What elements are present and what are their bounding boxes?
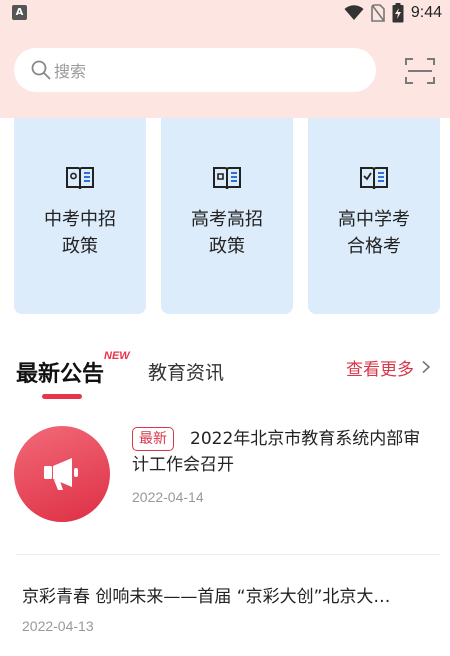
category-card-zhongkao[interactable]: 中考中招 政策 [14,118,146,314]
app-notification-icon: A [12,5,27,20]
search-placeholder: 搜索 [54,62,87,81]
wifi-icon [344,5,364,20]
category-label: 高中学考 合格考 [338,209,410,257]
category-card-gaokao[interactable]: 高考高招 政策 [161,118,293,314]
category-label: 中考中招 政策 [44,209,116,257]
new-badge: NEW [104,350,130,362]
book-icon [66,167,94,190]
category-card-xuekao[interactable]: 高中学考 合格考 [308,118,440,314]
news-date: 2022-04-14 [132,489,204,505]
scan-icon[interactable] [404,56,436,86]
clock: 9:44 [410,4,442,21]
search-bar[interactable]: 搜索 [14,48,376,92]
status-icons: 9:44 [344,2,442,24]
tab-education-news[interactable]: 教育资讯 [148,358,224,385]
news-title[interactable]: 京彩青春 创响未来——首届 “京彩大创”北京大… [22,582,432,607]
list-divider [16,554,440,555]
view-more-link[interactable]: 查看更多 [346,356,432,380]
battery-charging-icon [392,3,404,23]
chevron-right-icon [422,360,431,374]
news-title[interactable]: 2022年北京市教育系统内部审计工作会召开 [132,426,432,478]
view-more-label: 查看更多 [346,359,414,380]
category-label: 高考高招 政策 [191,209,263,257]
no-sim-icon [371,4,385,22]
book-check-icon [360,167,388,190]
news-date: 2022-04-13 [22,618,94,634]
status-bar: A 9:44 [0,0,450,26]
tab-latest-announcements[interactable]: 最新公告 [16,356,104,388]
book-icon [213,167,241,190]
news-thumbnail[interactable] [14,426,110,522]
active-tab-indicator [42,394,82,399]
category-cards: 中考中招 政策 高考高招 政策 高中学考 合格考 [14,118,440,314]
megaphone-icon [44,458,78,490]
search-icon [31,60,51,80]
latest-badge: 最新 [132,427,174,451]
